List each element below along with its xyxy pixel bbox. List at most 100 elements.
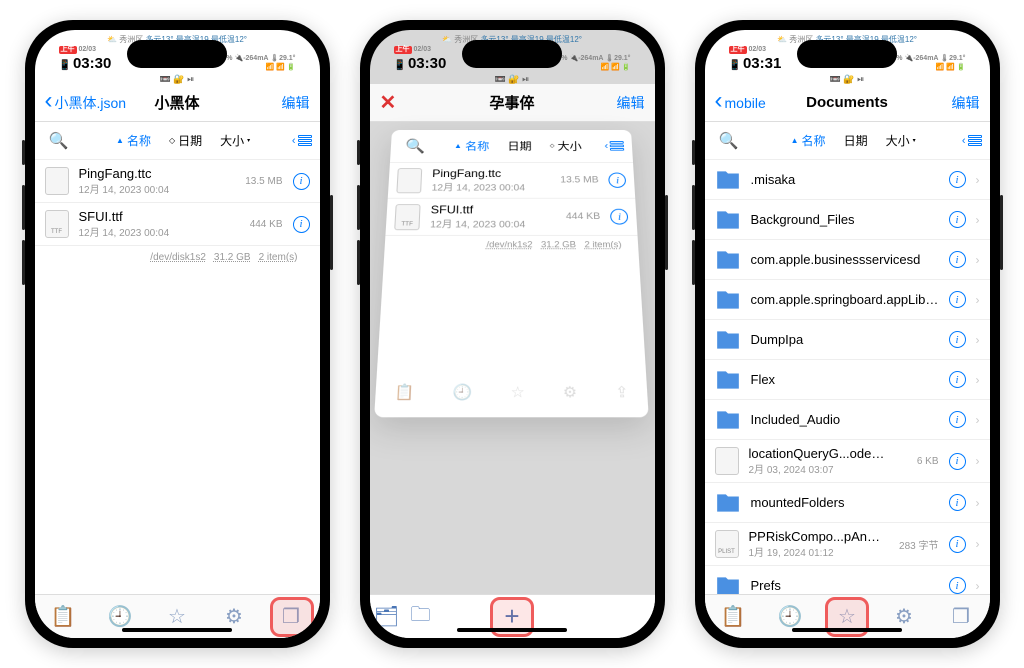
info-icon[interactable]: i xyxy=(293,173,310,190)
notch-indicators: 📼 🔐 ⏯ xyxy=(160,74,195,85)
file-list: .misaka i › Background_Files i › com.app… xyxy=(705,160,990,594)
file-icon xyxy=(715,447,739,475)
nav-bar: 小黑体.json 小黑体 编辑 xyxy=(35,84,320,122)
nav-bar: ✕ 孕事倅 编辑 xyxy=(370,84,655,122)
folder-row[interactable]: Included_Audio i › xyxy=(705,400,990,440)
folder-row[interactable]: DumpIpa i › xyxy=(705,320,990,360)
info-icon[interactable]: i xyxy=(949,171,966,188)
folder-row[interactable]: com.apple.businessservicesd i › xyxy=(705,240,990,280)
chevron-left-icon xyxy=(715,93,723,113)
windows-icon[interactable]: ❐ xyxy=(944,600,978,634)
info-icon[interactable]: i xyxy=(949,411,966,428)
view-toggle[interactable]: ‹ xyxy=(962,135,982,147)
folder-row[interactable]: Prefs i › xyxy=(705,566,990,594)
phone-frame-2: ⛅ 秀洲区 多云13° 最高温19 最低温12° 上午02/03 📱03:30 … xyxy=(360,20,665,648)
folder-forward-icon[interactable]: 🗀 xyxy=(404,600,438,634)
nav-edit-button[interactable]: 编辑 xyxy=(282,93,310,113)
info-icon[interactable]: i xyxy=(609,173,627,188)
sort-name[interactable]: ▲名称 xyxy=(791,132,826,149)
file-row[interactable]: TTF SFUI.ttf12月 14, 2023 00:04 444 KB i xyxy=(35,203,320,246)
search-icon[interactable]: 🔍 xyxy=(713,131,745,151)
windows-icon[interactable]: ❐ xyxy=(274,600,308,634)
folder-row[interactable]: .misaka i › xyxy=(705,160,990,200)
clipboard-icon[interactable]: 📋 xyxy=(46,600,80,634)
chevron-right-icon: › xyxy=(976,213,980,227)
info-icon[interactable]: i xyxy=(949,211,966,228)
phone-frame-3: ⛅ 秀洲区 多云13° 最高温19 最低温12° 上午02/03 📱03:31 … xyxy=(695,20,1000,648)
sort-size[interactable]: 大小▾ xyxy=(220,132,250,149)
folder-icon xyxy=(715,407,741,433)
chevron-right-icon: › xyxy=(976,333,980,347)
sort-bar: 🔍 ▲名称 日期 大小▾ ‹ xyxy=(705,122,990,160)
view-toggle[interactable]: ‹ xyxy=(605,141,625,151)
dynamic-island xyxy=(797,40,897,68)
info-icon[interactable]: i xyxy=(949,291,966,308)
notch-indicators: 📼 🔐 ⏯ xyxy=(495,74,530,85)
info-icon[interactable]: i xyxy=(293,216,310,233)
chevron-right-icon: › xyxy=(976,293,980,307)
info-icon[interactable]: i xyxy=(949,371,966,388)
disk-footer: /dev/nk1s231.2 GB2 item(s) xyxy=(385,236,640,253)
dynamic-island xyxy=(127,40,227,68)
info-icon[interactable]: i xyxy=(949,251,966,268)
info-icon[interactable]: i xyxy=(949,331,966,348)
file-icon: TTF xyxy=(45,210,69,238)
close-button[interactable]: ✕ xyxy=(380,90,397,115)
folder-row[interactable]: Background_Files i › xyxy=(705,200,990,240)
chevron-right-icon: › xyxy=(976,373,980,387)
home-indicator[interactable] xyxy=(122,628,232,632)
sort-date[interactable]: ◇日期 xyxy=(169,132,202,149)
info-icon[interactable]: i xyxy=(949,536,966,553)
nav-back-button[interactable]: mobile xyxy=(715,93,766,113)
folder-back-icon[interactable]: 🗂 xyxy=(370,600,404,634)
file-row[interactable]: PingFang.ttc12月 14, 2023 00:04 13.5 MB i xyxy=(388,163,636,199)
sort-name[interactable]: ▲名称 xyxy=(116,132,151,149)
file-row[interactable]: locationQueryG...odeCacheFolder2月 03, 20… xyxy=(705,440,990,483)
file-icon xyxy=(45,167,69,195)
file-row[interactable]: TTF SFUI.ttf12月 14, 2023 00:04 444 KB i xyxy=(386,199,639,236)
nav-bar: mobile Documents 编辑 xyxy=(705,84,990,122)
dynamic-island xyxy=(462,40,562,68)
info-icon[interactable]: i xyxy=(949,577,966,594)
folder-icon xyxy=(715,287,741,313)
file-icon: TTF xyxy=(395,204,421,230)
file-icon: PLIST xyxy=(715,530,739,558)
folder-icon xyxy=(715,207,741,233)
search-icon[interactable]: 🔍 xyxy=(399,137,432,154)
home-indicator[interactable] xyxy=(792,628,902,632)
sort-date[interactable]: 日期 xyxy=(508,139,532,154)
sort-bar: 🔍 ▲名称 日期 ◇大小 ‹ xyxy=(390,130,633,163)
folder-icon xyxy=(715,490,741,516)
sort-date[interactable]: 日期 xyxy=(844,132,868,149)
nav-back-button[interactable]: 小黑体.json xyxy=(45,93,127,113)
phone-frame-1: ⛅ 秀洲区 多云13° 最高温19 最低温12° 上午02/03 📱03:30 … xyxy=(25,20,330,648)
info-icon[interactable]: i xyxy=(611,209,630,225)
file-row[interactable]: PLIST PPRiskCompo...pAndSync.plist1月 19,… xyxy=(705,523,990,566)
chevron-right-icon: › xyxy=(976,413,980,427)
folder-row[interactable]: mountedFolders i › xyxy=(705,483,990,523)
chevron-left-icon xyxy=(45,93,53,113)
view-toggle[interactable]: ‹ xyxy=(292,135,312,147)
folder-row[interactable]: Flex i › xyxy=(705,360,990,400)
info-icon[interactable]: i xyxy=(949,453,966,470)
nav-edit-button[interactable]: 编辑 xyxy=(952,93,980,113)
home-indicator[interactable] xyxy=(457,628,567,632)
folder-icon xyxy=(715,367,741,393)
nav-edit-button[interactable]: 编辑 xyxy=(617,93,645,113)
sort-size[interactable]: ◇大小 xyxy=(550,139,582,154)
folder-icon xyxy=(715,327,741,353)
notch-indicators: 📼 🔐 ⏯ xyxy=(830,74,865,85)
window-card[interactable]: 🔍 ▲名称 日期 ◇大小 ‹ PingFang.ttc12月 14, 2023 … xyxy=(374,130,649,417)
clipboard-icon[interactable]: 📋 xyxy=(716,600,750,634)
file-row[interactable]: PingFang.ttc12月 14, 2023 00:04 13.5 MB i xyxy=(35,160,320,203)
folder-icon xyxy=(715,573,741,595)
folder-icon xyxy=(715,167,741,193)
info-icon[interactable]: i xyxy=(949,494,966,511)
card-toolbar: 📋🕘☆⚙⇪ xyxy=(375,375,649,408)
chevron-right-icon: › xyxy=(976,454,980,468)
folder-row[interactable]: com.apple.springboard.appLibrary i › xyxy=(705,280,990,320)
search-icon[interactable]: 🔍 xyxy=(43,131,75,151)
sort-size[interactable]: 大小▾ xyxy=(886,132,916,149)
chevron-right-icon: › xyxy=(976,496,980,510)
sort-name[interactable]: ▲名称 xyxy=(454,139,490,154)
